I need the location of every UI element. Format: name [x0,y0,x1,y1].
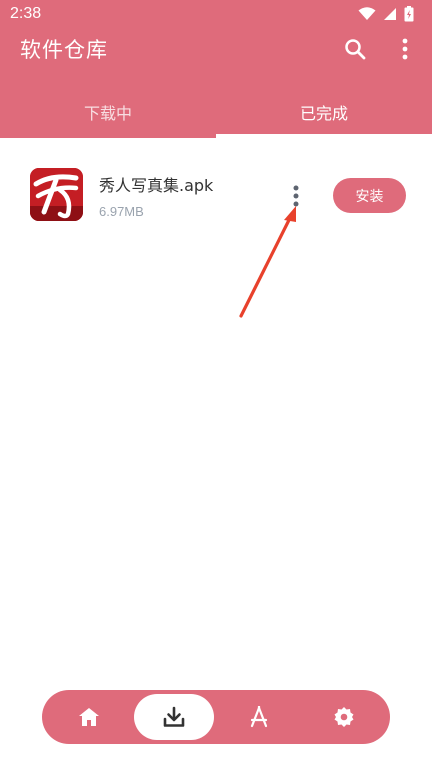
tab-bar: 下载中 已完成 [0,86,432,138]
search-button[interactable] [342,36,368,62]
list-item[interactable]: 秀人写真集.apk 6.97MB 安装 [0,160,432,232]
home-icon [78,708,99,726]
install-button[interactable]: 安装 [333,178,406,213]
app-title: 软件仓库 [20,38,108,62]
app-header: 2:38 软件仓库 下载中 已完成 [0,0,432,138]
nav-app-store[interactable] [219,694,299,740]
file-size: 6.97MB [99,204,144,219]
more-vertical-icon [402,38,408,60]
status-time: 2:38 [10,5,42,22]
nav-home[interactable] [49,694,129,740]
status-bar: 2:38 [0,0,432,30]
nav-settings[interactable] [304,694,384,740]
signal-icon [384,8,396,20]
file-name: 秀人写真集.apk [99,176,214,195]
battery-icon [404,6,414,22]
annotation-arrow [239,206,296,318]
nav-downloads[interactable] [133,694,214,740]
download-icon [163,706,184,727]
overflow-menu-button[interactable] [394,36,416,62]
tab-completed[interactable]: 已完成 [216,86,432,138]
bottom-nav [42,690,390,744]
tab-indicator [216,134,432,138]
app-logo-icon [30,168,83,221]
settings-icon [334,707,353,727]
status-icons [358,6,414,22]
tab-downloading[interactable]: 下载中 [0,86,216,138]
wifi-icon [358,7,376,20]
app-store-icon [250,706,267,728]
search-icon [345,39,366,60]
app-icon [30,168,83,221]
